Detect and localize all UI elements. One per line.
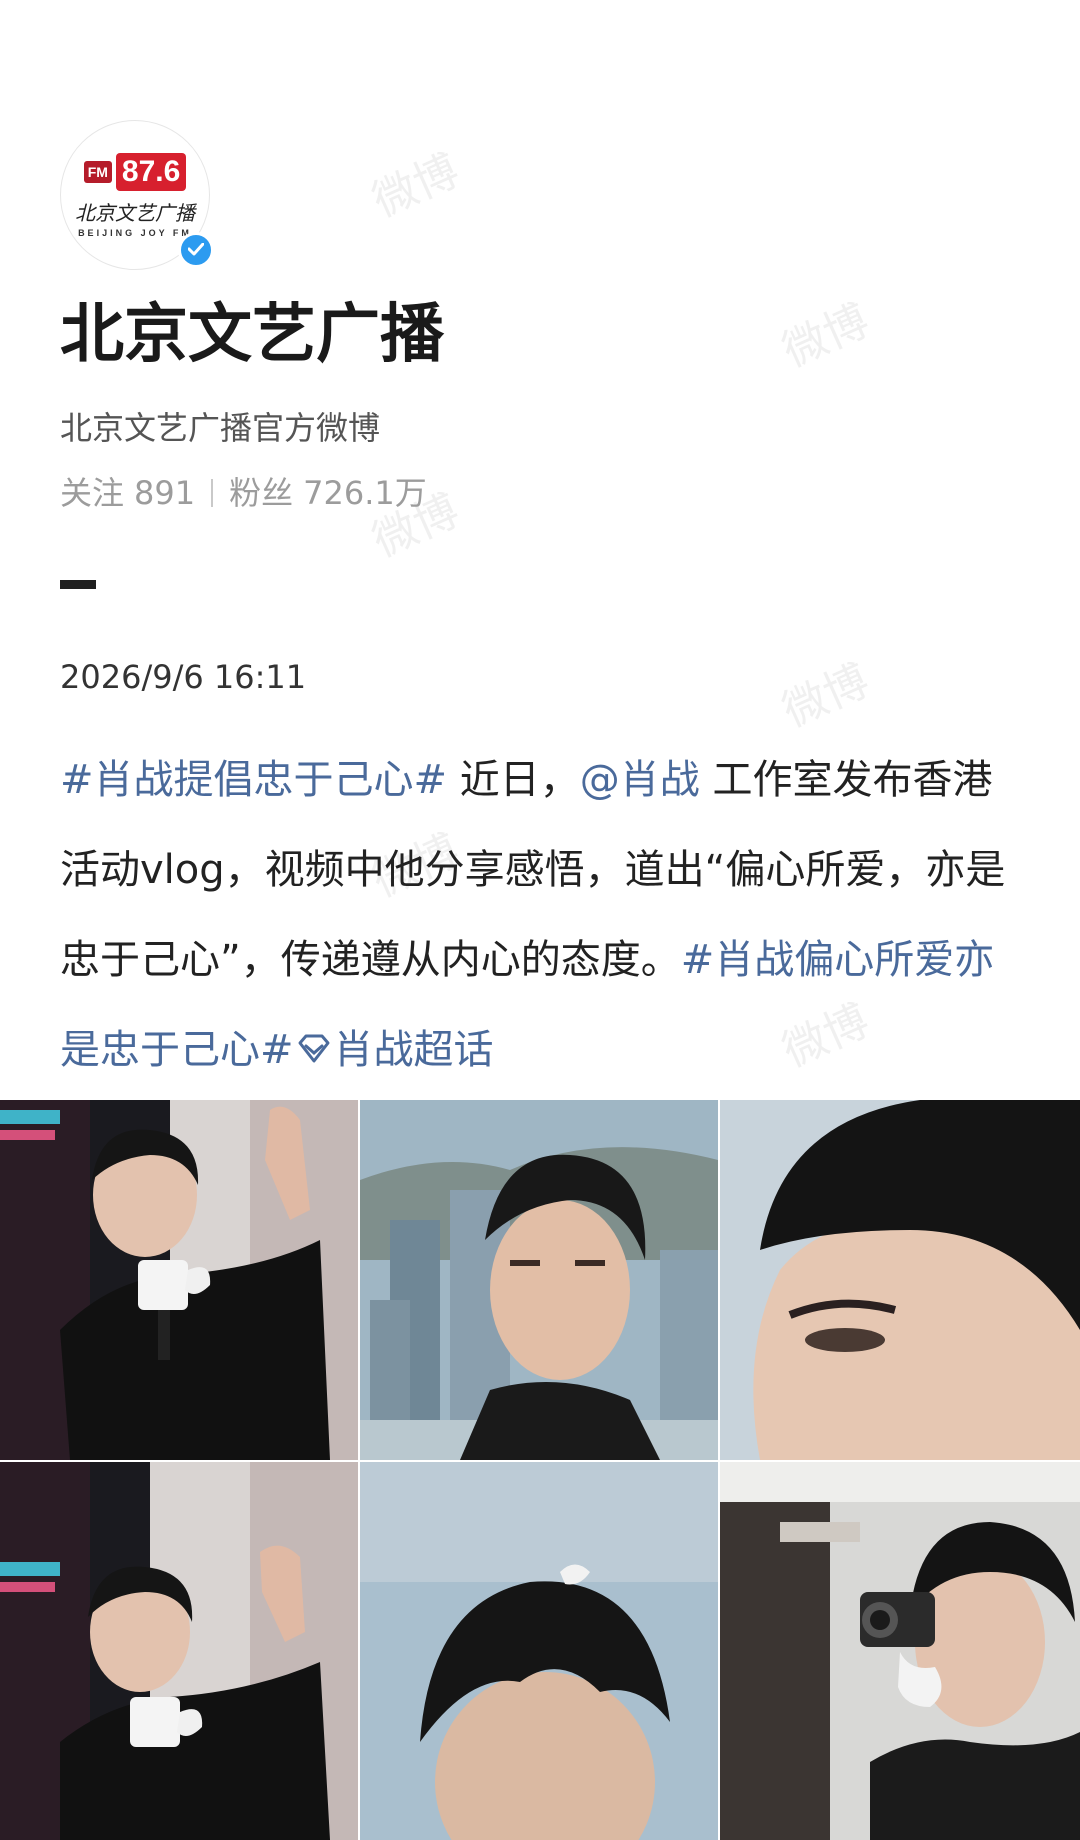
logo-script-name: 北京文艺广播 [75, 200, 195, 225]
logo-fm-badge: FM [83, 160, 112, 183]
watermark: 微博 [365, 144, 467, 228]
stats-divider [211, 479, 214, 507]
photo-thumbnail[interactable] [0, 1462, 358, 1840]
diamond-icon [298, 1034, 330, 1063]
photo-thumbnail[interactable] [360, 1100, 718, 1460]
profile-name[interactable]: 北京文艺广播 [60, 290, 444, 380]
watermark: 微博 [775, 294, 877, 378]
avatar[interactable]: FM 87.6 北京文艺广播 BEIJING JOY FM [60, 120, 214, 270]
verified-check-icon [178, 232, 214, 268]
post-text: #肖战提倡忠于己心# 近日，@肖战 工作室发布香港活动vlog，视频中他分享感悟… [60, 735, 1020, 1095]
following-label[interactable]: 关注 [60, 468, 124, 518]
photo-hair-closeup-icon [360, 1462, 718, 1840]
section-divider [60, 580, 96, 589]
profile-stats: 关注 891 粉丝 726.1万 [60, 468, 427, 518]
post-date: 2026/9/6 16:11 [60, 658, 307, 696]
photo-thumbnail[interactable] [720, 1462, 1080, 1840]
post-text-segment: 近日， [447, 757, 580, 803]
mention-link[interactable]: @肖战 [580, 757, 700, 803]
logo-english-name: BEIJING JOY FM [78, 227, 192, 238]
photo-camera-icon [720, 1462, 1080, 1840]
hashtag-link[interactable]: #肖战提倡忠于己心# [60, 757, 447, 803]
supertopic-label: 肖战超话 [333, 1027, 494, 1073]
photo-waving-microphone-2-icon [0, 1462, 358, 1840]
photo-thumbnail[interactable] [720, 1100, 1080, 1460]
profile-description: 北京文艺广播官方微博 [60, 409, 381, 447]
supertopic-link[interactable]: 肖战超话 [294, 1027, 494, 1073]
photo-thumbnail[interactable] [0, 1100, 358, 1460]
watermark: 微博 [775, 654, 877, 738]
photo-thumbnail[interactable] [360, 1462, 718, 1840]
photo-profile-closeup-icon [720, 1100, 1080, 1460]
photo-harbour-portrait-icon [360, 1100, 718, 1460]
followers-label[interactable]: 粉丝 [229, 468, 293, 518]
logo-frequency: 87.6 [115, 152, 187, 191]
image-grid [0, 1100, 1080, 1840]
following-count[interactable]: 891 [134, 468, 195, 518]
photo-waving-microphone-icon [0, 1100, 358, 1460]
followers-count[interactable]: 726.1万 [303, 468, 427, 518]
